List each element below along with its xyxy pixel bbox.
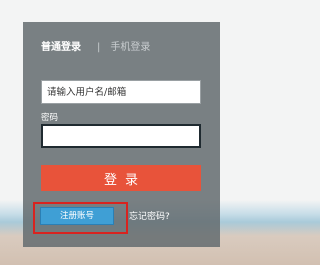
tab-separator: | <box>97 42 101 53</box>
password-label: 密码 <box>41 113 59 123</box>
login-panel: 普通登录 | 手机登录 密码 登录 注册账号 忘记密码? <box>23 22 220 247</box>
tab-phone-login[interactable]: 手机登录 <box>110 42 150 53</box>
login-tabs: 普通登录 | 手机登录 <box>41 38 150 53</box>
password-input[interactable] <box>41 124 201 148</box>
username-input[interactable] <box>41 80 201 104</box>
register-button[interactable]: 注册账号 <box>40 207 114 225</box>
tab-normal-login[interactable]: 普通登录 <box>41 42 81 53</box>
forgot-password-link[interactable]: 忘记密码? <box>129 209 170 222</box>
login-button[interactable]: 登录 <box>41 165 201 191</box>
